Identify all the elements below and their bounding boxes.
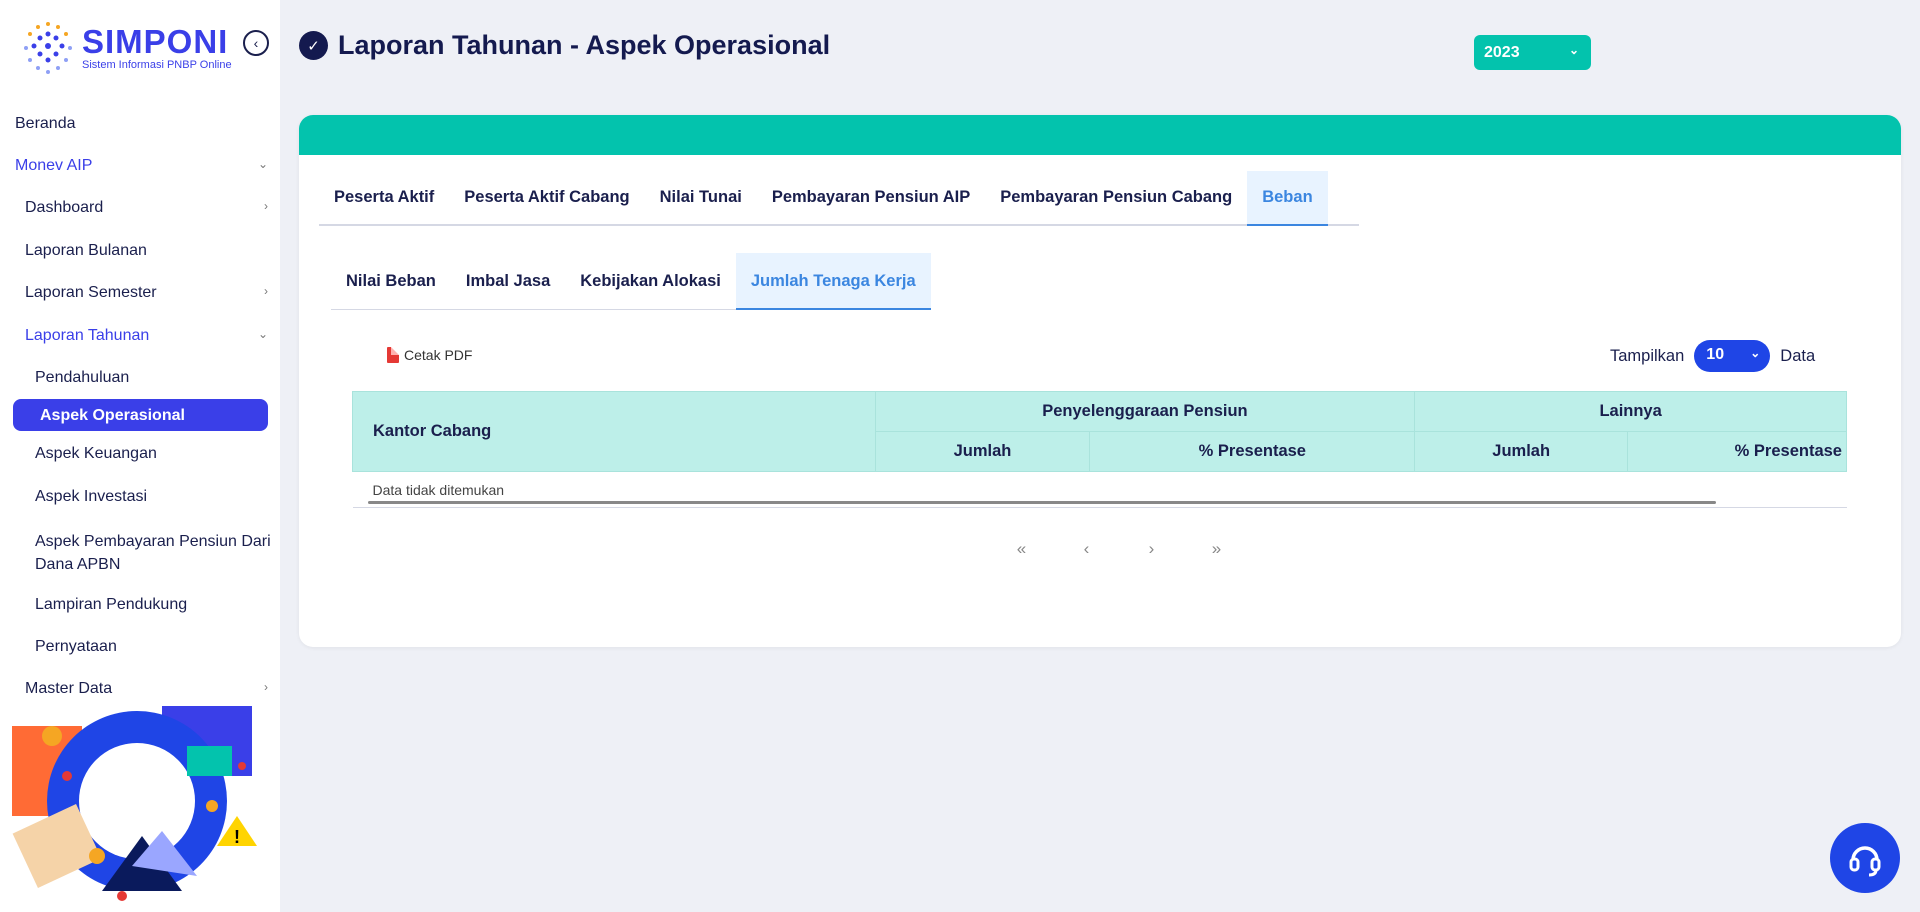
first-page-button[interactable]: « (989, 539, 1054, 559)
chevron-right-icon: › (264, 680, 268, 694)
column-group-lainnya: Lainnya (1414, 391, 1847, 432)
chevron-down-icon: ⌄ (1750, 346, 1761, 360)
column-header-kantor-cabang: Kantor Cabang (352, 391, 876, 472)
prev-page-button[interactable]: ‹ (1054, 539, 1119, 559)
column-header-presentase: % Presentase (1627, 431, 1847, 472)
sidebar-item-label: Aspek Operasional (40, 407, 185, 424)
data-table: Kantor Cabang Penyelenggaraan Pensiun La… (352, 391, 1847, 508)
page-header: ✓ Laporan Tahunan - Aspek Operasional (299, 30, 830, 61)
sidebar-item-pernyataan[interactable]: Pernyataan (0, 638, 280, 656)
year-select[interactable]: 2023 ⌄ (1474, 35, 1591, 70)
column-group-penyelenggaraan-pensiun: Penyelenggaraan Pensiun (874, 391, 1416, 432)
logo-subtitle: Sistem Informasi PNBP Online (82, 58, 232, 71)
tab-peserta-aktif-cabang[interactable]: Peserta Aktif Cabang (449, 171, 644, 224)
tab-pembayaran-pensiun-aip[interactable]: Pembayaran Pensiun AIP (757, 171, 985, 224)
chevron-down-icon: ⌄ (1568, 43, 1579, 57)
sidebar-item-label: Laporan Semester (25, 284, 157, 301)
next-page-button[interactable]: › (1119, 539, 1184, 559)
chevron-right-icon: › (264, 284, 268, 298)
sidebar-item-label: Aspek Pembayaran Pensiun Dari (35, 533, 271, 550)
sidebar-item-label: Laporan Tahunan (25, 327, 150, 344)
chevron-down-icon: ⌄ (257, 327, 268, 341)
sidebar-item-pendahuluan[interactable]: Pendahuluan (0, 369, 280, 387)
check-circle-icon: ✓ (299, 31, 328, 60)
sidebar-item-label: Pernyataan (35, 638, 117, 655)
column-header-jumlah: Jumlah (874, 431, 1091, 472)
sidebar-item-label: Pendahuluan (35, 369, 130, 386)
sidebar-item-label: Monev AIP (15, 157, 93, 174)
sub-tabs: Nilai Beban Imbal Jasa Kebijakan Alokasi… (331, 253, 931, 310)
page-size-control: Tampilkan 10 ⌄ Data (1610, 340, 1815, 372)
last-page-button[interactable]: » (1184, 539, 1249, 559)
sidebar-item-label: Beranda (15, 115, 76, 132)
tab-beban[interactable]: Beban (1247, 171, 1328, 226)
sidebar-item-monev-aip[interactable]: Monev AIP ⌄ (0, 157, 280, 175)
show-label: Tampilkan (1610, 346, 1685, 365)
data-label: Data (1780, 346, 1816, 365)
tab-nilai-tunai[interactable]: Nilai Tunai (645, 171, 757, 224)
sidebar-item-label: Dana APBN (35, 556, 121, 573)
sidebar-item-aspek-investasi[interactable]: Aspek Investasi (0, 488, 280, 506)
subtab-imbal-jasa[interactable]: Imbal Jasa (451, 253, 565, 309)
page-title: Laporan Tahunan - Aspek Operasional (338, 30, 831, 60)
subtab-nilai-beban[interactable]: Nilai Beban (331, 253, 451, 309)
sidebar-item-aspek-keuangan[interactable]: Aspek Keuangan (0, 445, 280, 463)
sidebar-item-label: Laporan Bulanan (25, 242, 147, 259)
page-size-select[interactable]: 10 ⌄ (1694, 340, 1771, 372)
pdf-icon (387, 347, 399, 363)
logo-title: SIMPONI (82, 22, 229, 60)
column-header-jumlah: Jumlah (1414, 431, 1629, 472)
sidebar-item-laporan-tahunan[interactable]: Laporan Tahunan ⌄ (0, 327, 280, 345)
print-pdf-label: Cetak PDF (404, 347, 473, 363)
logo[interactable]: SIMPONI Sistem Informasi PNBP Online (18, 18, 232, 78)
sidebar-item-label: Master Data (25, 680, 113, 697)
help-button[interactable] (1830, 823, 1900, 893)
tab-pembayaran-pensiun-cabang[interactable]: Pembayaran Pensiun Cabang (985, 171, 1247, 224)
sidebar-item-laporan-bulanan[interactable]: Laporan Bulanan (0, 242, 280, 260)
card-header-band (299, 115, 1901, 155)
sidebar-item-laporan-semester[interactable]: Laporan Semester › (0, 284, 280, 302)
main-tabs: Peserta Aktif Peserta Aktif Cabang Nilai… (319, 171, 1359, 226)
sidebar: SIMPONI Sistem Informasi PNBP Online ‹ B… (0, 0, 280, 912)
sidebar-item-aspek-pembayaran-pensiun[interactable]: Aspek Pembayaran Pensiun Dari Dana APBN (0, 530, 280, 576)
table-horizontal-scrollbar[interactable] (368, 501, 1716, 504)
back-circle-icon[interactable]: ‹ (243, 30, 269, 56)
chevron-right-icon: › (264, 199, 268, 213)
content-card: Peserta Aktif Peserta Aktif Cabang Nilai… (299, 115, 1901, 647)
sidebar-item-master-data[interactable]: Master Data › (0, 680, 280, 698)
headset-icon (1849, 846, 1881, 877)
sidebar-item-dashboard[interactable]: Dashboard › (0, 199, 280, 217)
sidebar-item-label: Lampiran Pendukung (35, 596, 188, 613)
sidebar-item-lampiran-pendukung[interactable]: Lampiran Pendukung (0, 596, 280, 614)
sidebar-item-aspek-operasional[interactable]: Aspek Operasional (13, 399, 268, 431)
sidebar-illustration: ! (12, 706, 257, 901)
sidebar-item-label: Aspek Keuangan (35, 445, 157, 462)
sidebar-item-label: Dashboard (25, 199, 104, 216)
subtab-kebijakan-alokasi[interactable]: Kebijakan Alokasi (565, 253, 736, 309)
logo-dots-icon (24, 22, 72, 74)
print-pdf-button[interactable]: Cetak PDF (387, 347, 472, 363)
column-header-presentase: % Presentase (1089, 431, 1416, 472)
pagination: « ‹ › » (989, 539, 1249, 559)
chevron-down-icon: ⌄ (257, 157, 268, 171)
year-select-value: 2023 (1484, 44, 1520, 61)
page-size-value: 10 (1706, 346, 1725, 363)
sidebar-item-label: Aspek Investasi (35, 488, 148, 505)
subtab-jumlah-tenaga-kerja[interactable]: Jumlah Tenaga Kerja (735, 253, 931, 310)
sidebar-item-beranda[interactable]: Beranda (0, 115, 280, 133)
tab-peserta-aktif[interactable]: Peserta Aktif (319, 171, 449, 224)
svg-text:!: ! (234, 827, 240, 847)
